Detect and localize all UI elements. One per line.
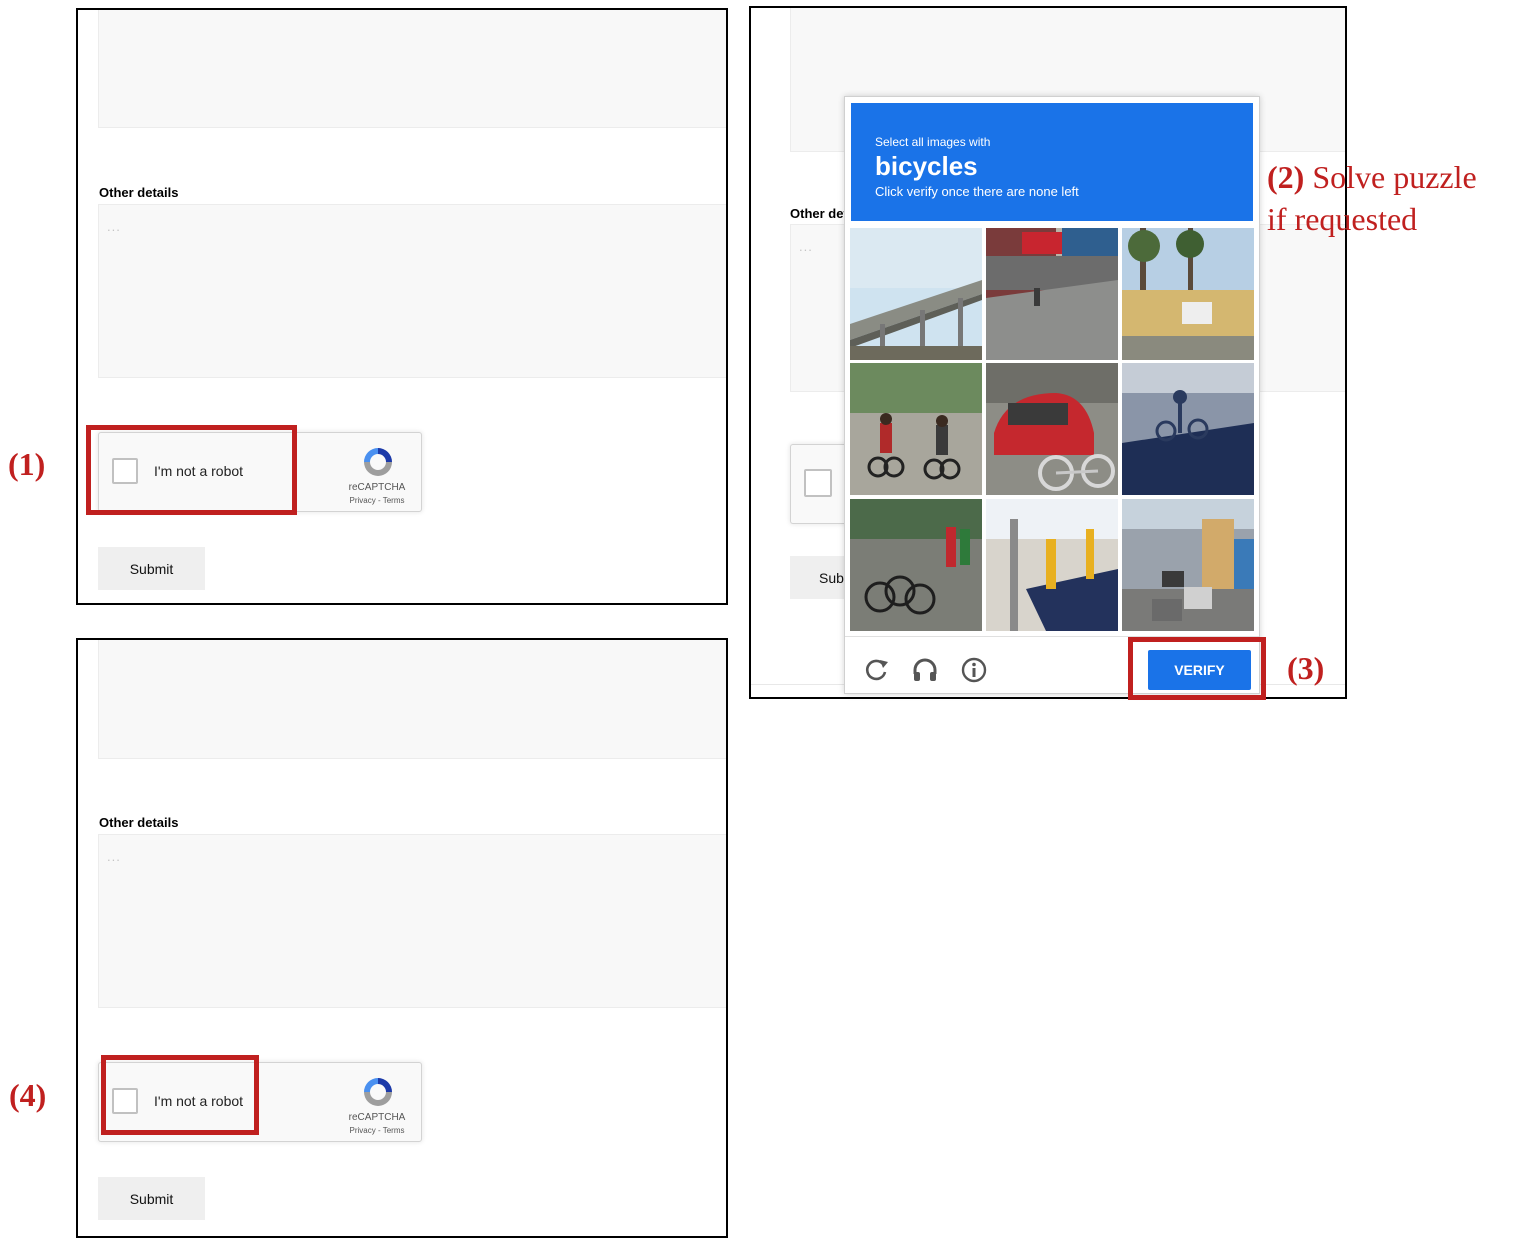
other-details-label: Other details: [99, 185, 179, 200]
recaptcha-challenge-popup: Select all images with bicycles Click ve…: [844, 96, 1260, 694]
info-icon[interactable]: [960, 656, 988, 684]
highlight-box-step3: [1128, 637, 1266, 700]
text-field[interactable]: [98, 10, 726, 128]
recaptcha-brand: reCAPTCHA: [348, 482, 406, 493]
step-label-3: (3): [1287, 650, 1325, 686]
step-label-1: (1): [8, 446, 46, 482]
challenge-instruction: Select all images with: [875, 135, 991, 149]
other-details-textarea[interactable]: ...: [98, 204, 726, 378]
challenge-header: Select all images with bicycles Click ve…: [851, 103, 1253, 221]
reload-icon[interactable]: [863, 656, 891, 684]
challenge-tile-parked-car-and-bicycle[interactable]: [986, 363, 1118, 495]
recaptcha-brand: reCAPTCHA: [348, 1112, 406, 1123]
challenge-hint: Click verify once there are none left: [875, 184, 1079, 199]
step2-text-line1: Solve puzzle: [1312, 159, 1477, 195]
text-field[interactable]: [98, 640, 726, 759]
challenge-tile-bicycle-shadow[interactable]: [1122, 363, 1254, 495]
challenge-keyword: bicycles: [875, 151, 978, 181]
highlight-box-step1: [86, 425, 297, 515]
challenge-tile-storefront-street[interactable]: [986, 228, 1118, 360]
submit-button[interactable]: Submit: [98, 1177, 205, 1220]
other-details-textarea[interactable]: ...: [98, 834, 726, 1008]
submit-button[interactable]: Submit: [98, 547, 205, 590]
step2-number: (2): [1267, 159, 1305, 195]
recaptcha-links[interactable]: Privacy - Terms: [331, 1126, 423, 1135]
challenge-tile-traffic-street[interactable]: [1122, 499, 1254, 631]
challenge-tile-bollards-sidewalk[interactable]: [986, 499, 1118, 631]
recaptcha-checkbox[interactable]: [804, 469, 832, 497]
other-details-placeholder: ...: [107, 849, 121, 864]
other-details-placeholder: ...: [799, 239, 813, 254]
headphones-icon[interactable]: [911, 656, 939, 684]
form-panel-step4: Other details ... I'm not a robot reCAPT…: [76, 638, 728, 1238]
recaptcha-logo-icon: [364, 1078, 392, 1106]
highlight-box-step4: [101, 1055, 259, 1135]
other-details-placeholder: ...: [107, 219, 121, 234]
recaptcha-links[interactable]: Privacy - Terms: [331, 496, 423, 505]
submit-button-cropped[interactable]: Sub: [790, 556, 850, 599]
form-panel-step1: Other details ... I'm not a robot reCAPT…: [76, 8, 728, 605]
step2-text-line2: if requested: [1267, 201, 1418, 237]
challenge-tile-elevated-highway[interactable]: [850, 228, 982, 360]
recaptcha-logo-icon: [364, 448, 392, 476]
challenge-tile-parked-bicycles[interactable]: [850, 499, 982, 631]
other-details-label: Other details: [99, 815, 179, 830]
other-details-label-cropped: Other det: [790, 206, 848, 221]
step2-annotation: (2) Solve puzzle if requested: [1267, 156, 1477, 240]
step-label-4: (4): [9, 1077, 47, 1113]
challenge-tile-children-riding-bicycles[interactable]: [850, 363, 982, 495]
challenge-tile-trees-building[interactable]: [1122, 228, 1254, 360]
